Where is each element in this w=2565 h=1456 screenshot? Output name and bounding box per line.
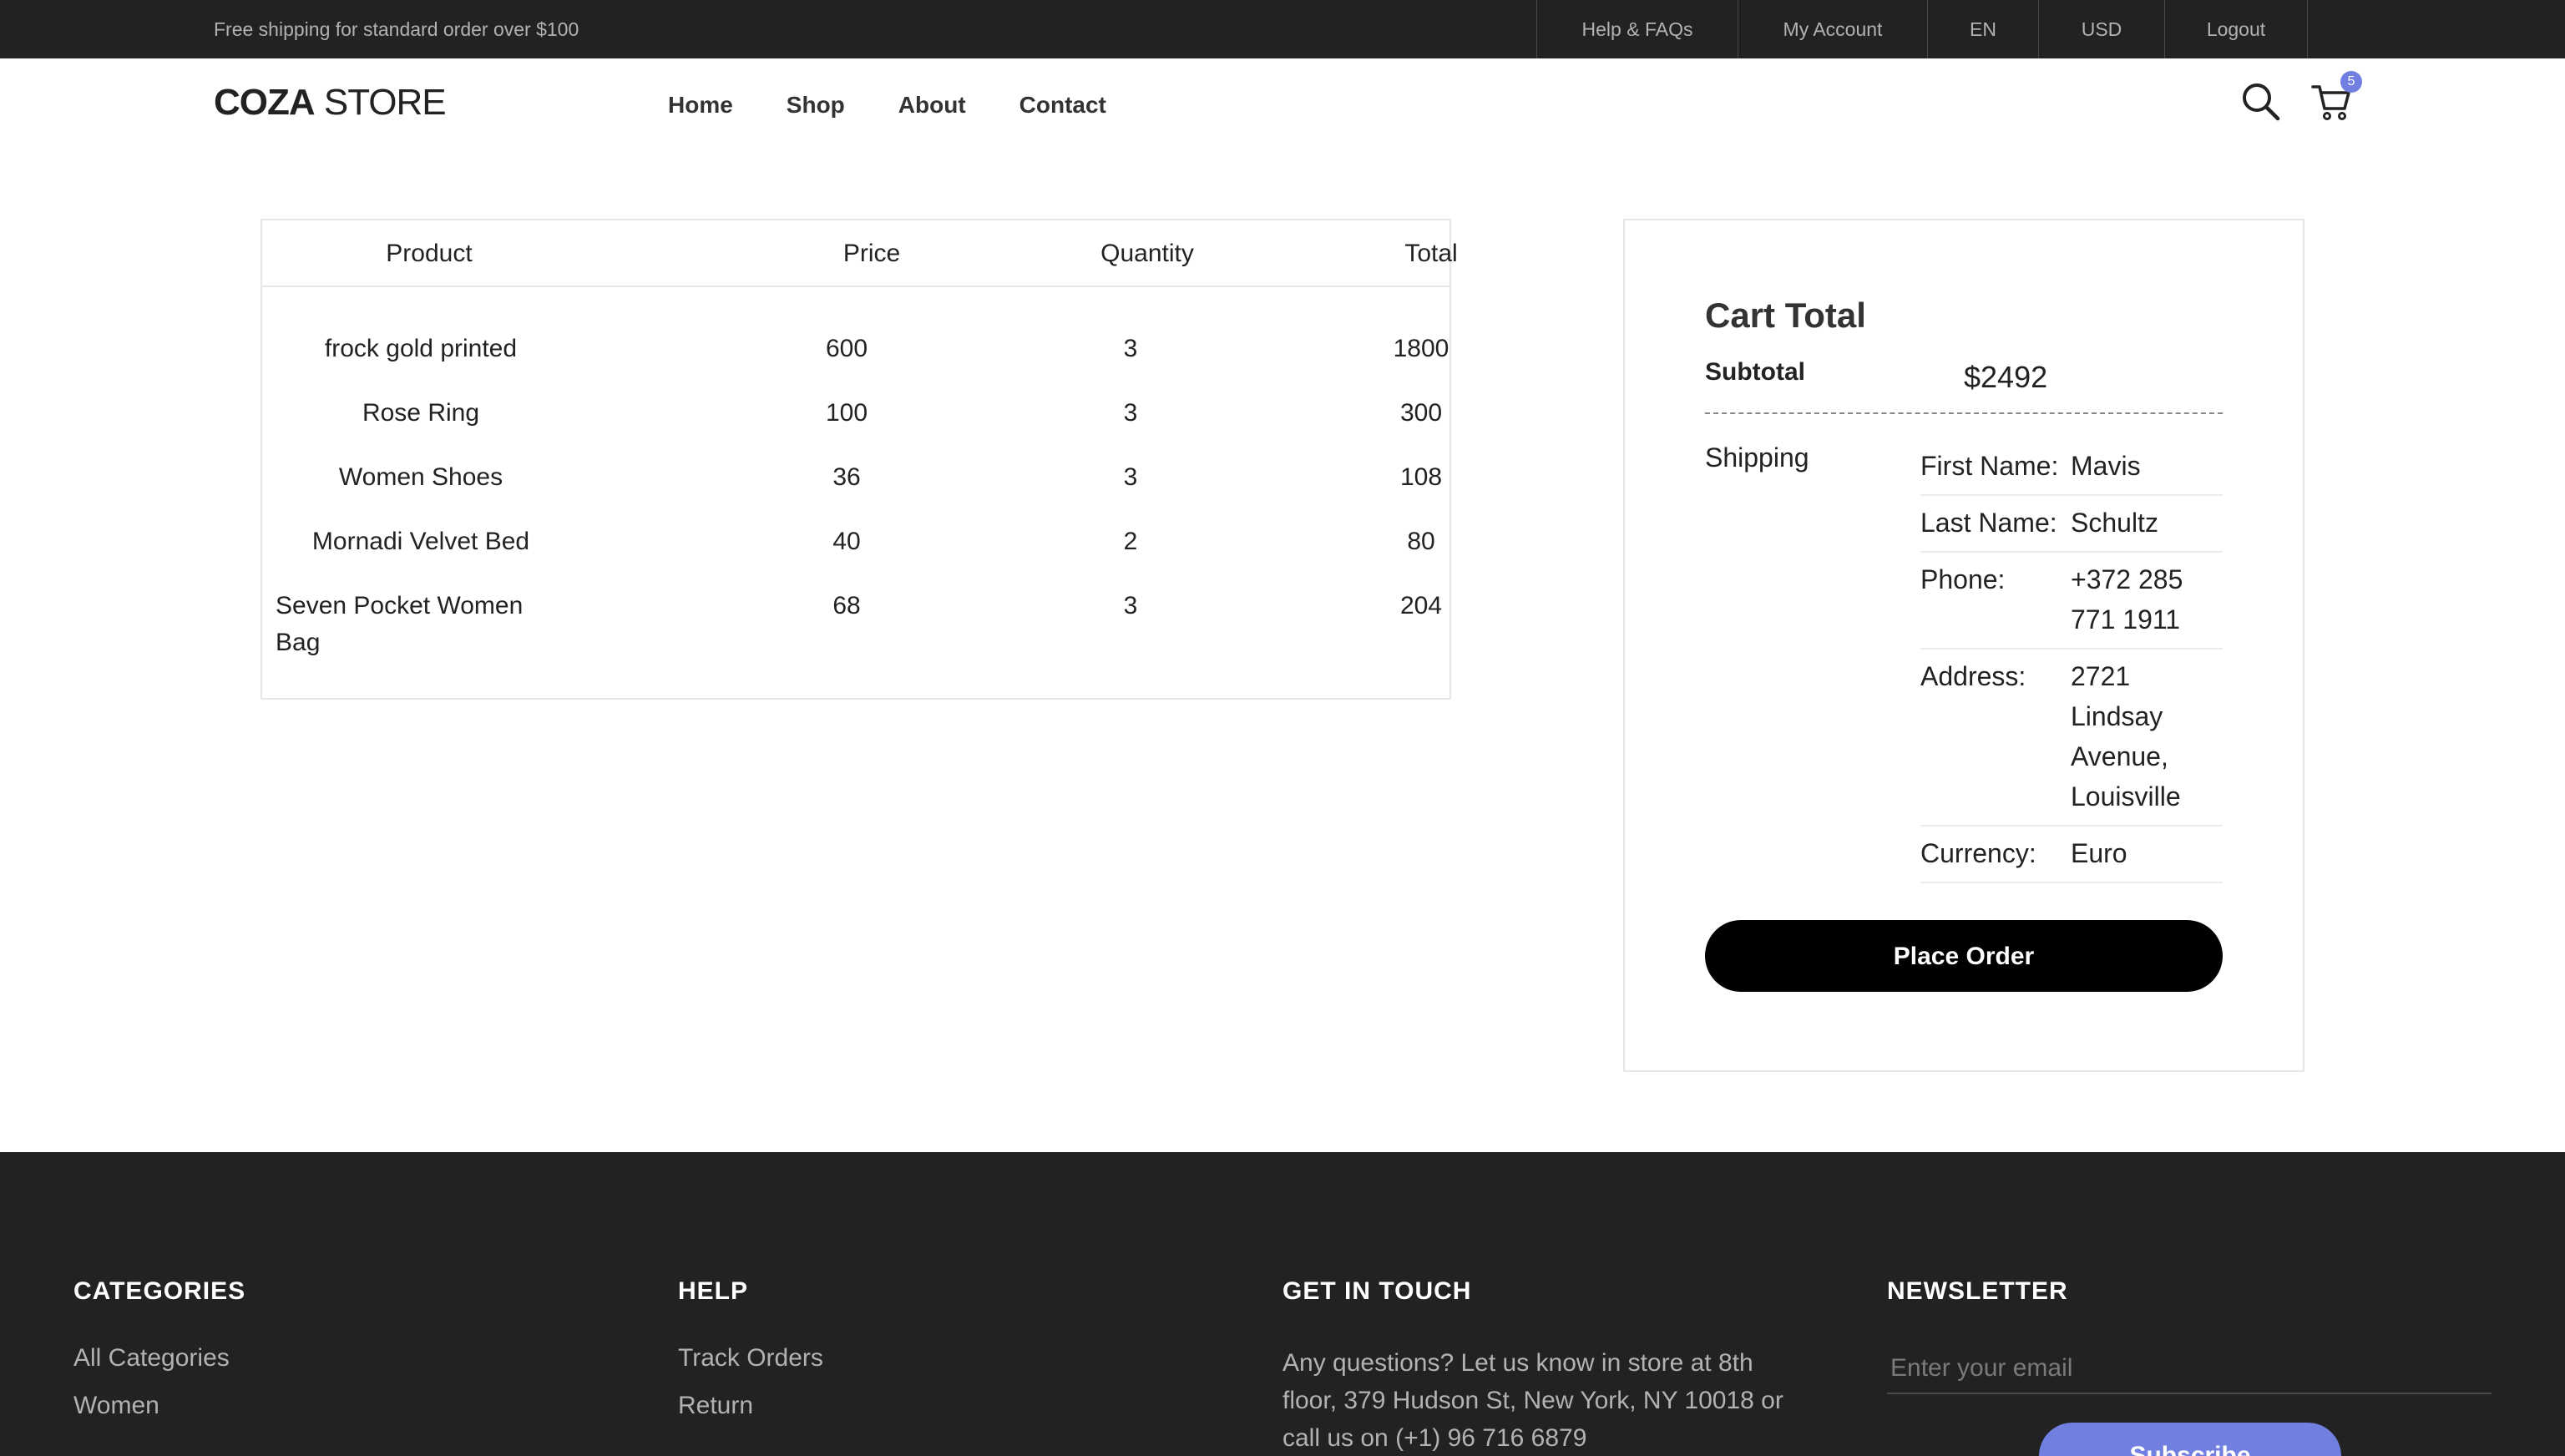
logo-bold: COZA bbox=[214, 82, 316, 123]
cell-price: 36 bbox=[832, 463, 861, 491]
cell-total: 80 bbox=[1407, 528, 1435, 555]
footer-heading: NEWSLETTER bbox=[1887, 1277, 2068, 1305]
table-row: frock gold printed 600 3 1800 bbox=[262, 331, 1449, 389]
my-account-link[interactable]: My Account bbox=[1738, 0, 1928, 58]
language-link[interactable]: EN bbox=[1928, 0, 2039, 58]
cell-product: frock gold printed bbox=[324, 335, 518, 362]
footer-link-return[interactable]: Return bbox=[678, 1392, 823, 1420]
subscribe-button[interactable]: Subscribe bbox=[2039, 1423, 2341, 1456]
shipping-value: Euro bbox=[2071, 838, 2127, 868]
shipping-key: Last Name: bbox=[1920, 508, 2057, 538]
store-logo[interactable]: COZA STORE bbox=[214, 82, 447, 124]
cell-product: Rose Ring bbox=[362, 399, 480, 427]
main-nav: Home Shop About Contact bbox=[668, 92, 1106, 119]
nav-shop[interactable]: Shop bbox=[787, 92, 845, 119]
contact-text: Any questions? Let us know in store at 8… bbox=[1282, 1349, 1783, 1452]
cell-quantity: 2 bbox=[1123, 528, 1138, 555]
footer-heading: CATEGORIES bbox=[73, 1277, 246, 1305]
header-product: Product bbox=[386, 240, 473, 267]
cart-total-panel: Cart Total Subtotal $2492 Shipping First… bbox=[1623, 219, 2304, 1072]
header-total: Total bbox=[1404, 240, 1458, 267]
help-faqs-link[interactable]: Help & FAQs bbox=[1537, 0, 1738, 58]
shipping-value: Schultz bbox=[2071, 508, 2158, 538]
cell-product: Women Shoes bbox=[338, 463, 503, 491]
top-links: Help & FAQs My Account EN USD Logout bbox=[1536, 0, 2308, 58]
shipping-value: Mavis bbox=[2071, 451, 2141, 481]
footer: CATEGORIES All Categories Women HELP Tra… bbox=[0, 1152, 2565, 1456]
cell-quantity: 3 bbox=[1123, 399, 1138, 427]
cell-quantity: 3 bbox=[1123, 463, 1138, 491]
shipping-first-name: First Name: Mavis bbox=[1920, 439, 2223, 496]
cart-table: Product Price Quantity Total frock gold … bbox=[261, 219, 1458, 700]
footer-heading: HELP bbox=[678, 1277, 749, 1305]
shipping-last-name: Last Name: Schultz bbox=[1920, 496, 2223, 553]
cell-quantity: 3 bbox=[1123, 335, 1138, 362]
shipping-value: 2721 Lindsay Avenue, Louisville bbox=[2071, 661, 2181, 811]
logo-thin: STORE bbox=[314, 82, 447, 123]
cell-price: 100 bbox=[825, 399, 868, 427]
footer-categories: CATEGORIES All Categories Women bbox=[73, 1277, 245, 1439]
cell-total: 300 bbox=[1399, 399, 1443, 427]
footer-help: HELP Track Orders Return bbox=[678, 1277, 823, 1439]
nav-contact[interactable]: Contact bbox=[1019, 92, 1106, 119]
footer-newsletter: NEWSLETTER Subscribe bbox=[1887, 1277, 2492, 1456]
shipping-promo: Free shipping for standard order over $1… bbox=[214, 18, 579, 40]
table-row: Mornadi Velvet Bed 40 2 80 bbox=[262, 523, 1449, 582]
search-icon[interactable] bbox=[2238, 78, 2284, 125]
footer-heading: GET IN TOUCH bbox=[1282, 1277, 1472, 1305]
footer-link-track-orders[interactable]: Track Orders bbox=[678, 1344, 823, 1373]
footer-contact: GET IN TOUCH Any questions? Let us know … bbox=[1282, 1277, 1800, 1456]
shipping-key: Currency: bbox=[1920, 838, 2036, 868]
shipping-details: First Name: Mavis Last Name: Schultz Pho… bbox=[1920, 439, 2223, 883]
cell-price: 600 bbox=[825, 335, 868, 362]
cell-price: 68 bbox=[832, 592, 861, 619]
cart-count-badge: 5 bbox=[2340, 71, 2362, 93]
cell-total: 204 bbox=[1399, 592, 1443, 619]
logout-link[interactable]: Logout bbox=[2165, 0, 2308, 58]
cell-total: 108 bbox=[1399, 463, 1443, 491]
header-price: Price bbox=[842, 240, 901, 267]
shipping-key: Phone: bbox=[1920, 564, 2006, 594]
cell-product: Seven Pocket Women Bag bbox=[276, 592, 524, 656]
newsletter-email-input[interactable] bbox=[1887, 1344, 2492, 1394]
nav-about[interactable]: About bbox=[898, 92, 966, 119]
cell-total: 1800 bbox=[1393, 335, 1449, 362]
shipping-phone: Phone: +372 285 771 1911 bbox=[1920, 553, 2223, 650]
table-row: Seven Pocket Women Bag 68 3 204 bbox=[262, 588, 1449, 671]
shipping-label: Shipping bbox=[1705, 442, 1809, 473]
top-bar: Free shipping for standard order over $1… bbox=[0, 0, 2565, 58]
place-order-button[interactable]: Place Order bbox=[1705, 920, 2223, 992]
footer-link-women[interactable]: Women bbox=[73, 1392, 245, 1420]
subtotal-value: $2492 bbox=[1964, 360, 2048, 394]
shipping-key: First Name: bbox=[1920, 451, 2059, 481]
shipping-key: Address: bbox=[1920, 661, 2026, 691]
divider bbox=[1705, 412, 2223, 414]
table-header: Product Price Quantity Total bbox=[262, 220, 1458, 287]
currency-link[interactable]: USD bbox=[2039, 0, 2165, 58]
cell-price: 40 bbox=[832, 528, 861, 555]
table-row: Women Shoes 36 3 108 bbox=[262, 459, 1449, 518]
subtotal-label: Subtotal bbox=[1705, 358, 1805, 386]
main-header: COZA STORE Home Shop About Contact bbox=[0, 58, 2565, 159]
header-quantity: Quantity bbox=[1100, 240, 1194, 267]
nav-home[interactable]: Home bbox=[668, 92, 733, 119]
shipping-value: +372 285 771 1911 bbox=[2071, 564, 2183, 634]
cell-quantity: 3 bbox=[1123, 592, 1138, 619]
footer-link-all-categories[interactable]: All Categories bbox=[73, 1344, 245, 1373]
shipping-currency: Currency: Euro bbox=[1920, 827, 2223, 883]
table-row: Rose Ring 100 3 300 bbox=[262, 395, 1449, 453]
cell-product: Mornadi Velvet Bed bbox=[311, 528, 530, 555]
shipping-address: Address: 2721 Lindsay Avenue, Louisville bbox=[1920, 650, 2223, 827]
cart-total-title: Cart Total bbox=[1705, 296, 1866, 335]
